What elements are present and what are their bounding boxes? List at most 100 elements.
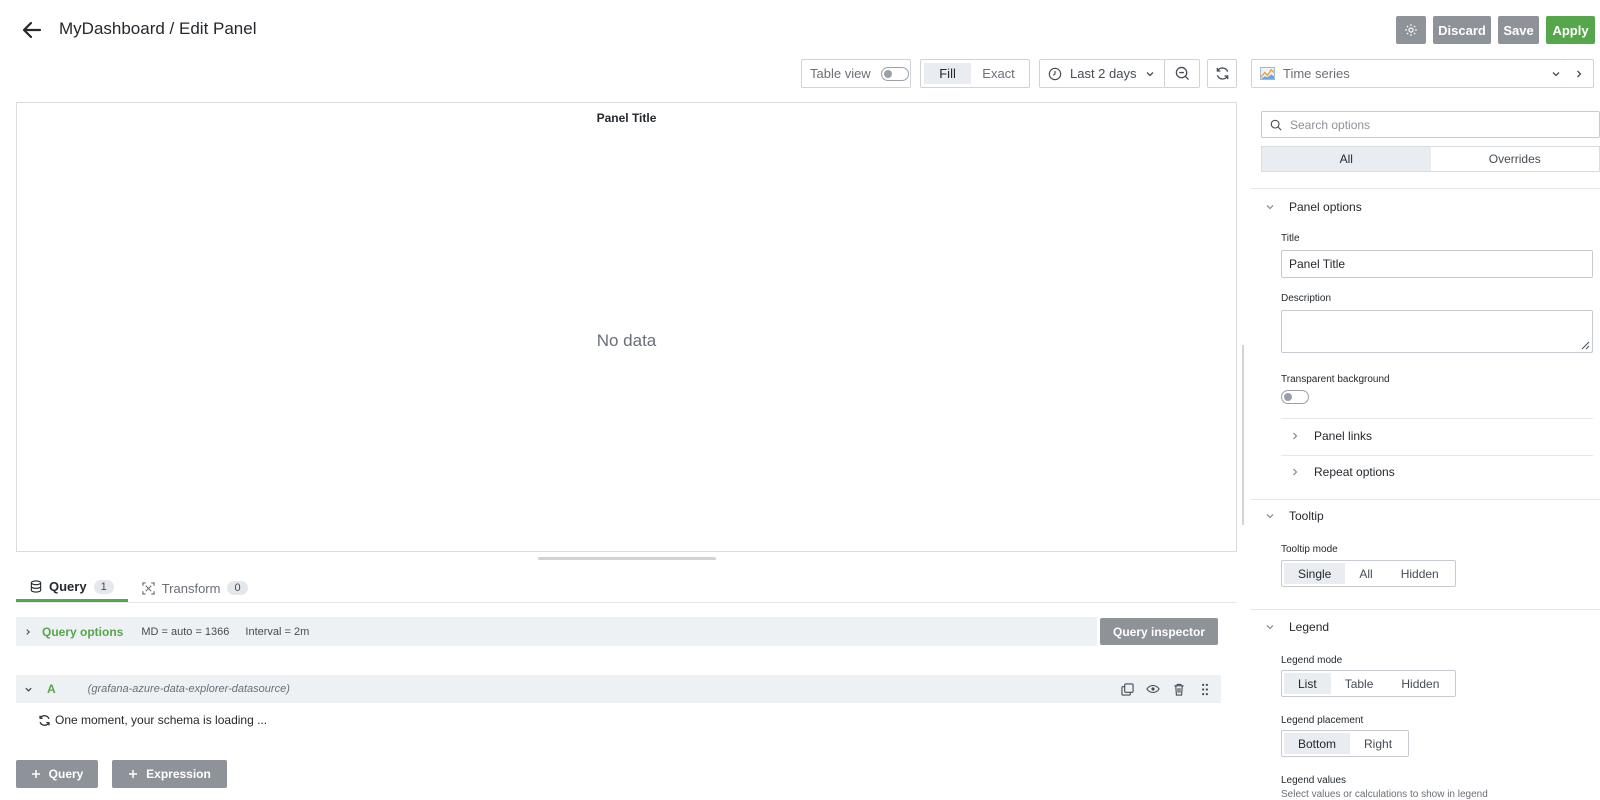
- panel-preview: Panel Title No data: [16, 102, 1237, 552]
- repeat-options-header[interactable]: Repeat options: [1290, 464, 1395, 480]
- legend-header[interactable]: Legend: [1265, 619, 1329, 635]
- search-placeholder: Search options: [1290, 117, 1371, 132]
- tooltip-mode-radio: Single All Hidden: [1281, 560, 1456, 587]
- chevron-down-icon: [1145, 69, 1155, 79]
- gear-icon: [1404, 23, 1418, 37]
- options-filter: All Overrides: [1261, 146, 1600, 172]
- legend-mode-hidden[interactable]: Hidden: [1387, 673, 1453, 694]
- chevron-right-icon: [1290, 467, 1300, 477]
- add-expression-label: Expression: [146, 767, 211, 781]
- panel-options-label: Panel options: [1289, 200, 1362, 214]
- legend-placement-radio: Bottom Right: [1281, 730, 1410, 757]
- table-view-switch[interactable]: [880, 66, 909, 81]
- database-icon: [30, 580, 42, 593]
- tab-query-count: 1: [93, 579, 114, 594]
- table-view-label: Table view: [810, 66, 871, 81]
- divider: [1251, 609, 1600, 610]
- fill-exact-selector: Fill Exact: [920, 59, 1030, 88]
- query-options-label: Query options: [42, 624, 124, 639]
- legend-mode-radio: List Table Hidden: [1281, 670, 1457, 697]
- clock-icon: [1048, 67, 1062, 81]
- description-label: Description: [1281, 293, 1332, 304]
- refresh-button[interactable]: [1207, 59, 1237, 88]
- legend-placement-bottom[interactable]: Bottom: [1284, 733, 1351, 754]
- tabs-divider: [16, 602, 1237, 603]
- resize-grip-icon: [1581, 341, 1590, 350]
- divider: [1281, 418, 1593, 419]
- schema-loading-text: One moment, your schema is loading ...: [55, 713, 268, 727]
- chevron-down-icon: [1265, 622, 1275, 632]
- discard-button[interactable]: Discard: [1433, 16, 1491, 44]
- pane-resize-handle[interactable]: [1242, 345, 1244, 525]
- panel-resize-handle[interactable]: [538, 557, 716, 560]
- chevron-down-icon: [1265, 202, 1275, 212]
- query-row-header[interactable]: A (grafana-azure-data-explorer-datasourc…: [16, 675, 1221, 703]
- apply-button[interactable]: Apply: [1546, 16, 1595, 44]
- legend-placement-label: Legend placement: [1281, 715, 1364, 726]
- tooltip-label: Tooltip: [1289, 509, 1324, 523]
- trash-icon[interactable]: [1171, 681, 1187, 697]
- exact-option[interactable]: Exact: [971, 63, 1026, 84]
- title-input[interactable]: Panel Title: [1281, 250, 1593, 278]
- transform-icon: [142, 581, 155, 595]
- schema-loading: One moment, your schema is loading ...: [38, 713, 267, 727]
- drag-handle-icon[interactable]: [1197, 681, 1213, 697]
- divider: [1281, 455, 1593, 456]
- panel-title: Panel Title: [596, 111, 657, 125]
- legend-placement-right[interactable]: Right: [1350, 733, 1406, 754]
- eye-icon[interactable]: [1145, 681, 1161, 697]
- legend-label: Legend: [1289, 620, 1330, 634]
- filter-overrides[interactable]: Overrides: [1431, 147, 1600, 171]
- zoom-out-button[interactable]: [1164, 59, 1200, 88]
- tab-transform-count: 0: [227, 581, 248, 595]
- tooltip-header[interactable]: Tooltip: [1265, 508, 1324, 524]
- chevron-right-icon: [1574, 69, 1584, 79]
- editor-tabs: Query 1 Transform 0: [16, 574, 262, 602]
- panel-options-header[interactable]: Panel options: [1265, 199, 1362, 215]
- add-expression-button[interactable]: Expression: [112, 760, 227, 788]
- visualization-picker[interactable]: Time series: [1251, 59, 1576, 88]
- repeat-options-label: Repeat options: [1314, 465, 1395, 479]
- time-range-label: Last 2 days: [1070, 66, 1137, 81]
- description-textarea[interactable]: [1281, 310, 1593, 353]
- panel-links-label: Panel links: [1314, 429, 1373, 443]
- plus-icon: [128, 769, 138, 779]
- options-pane-toggle[interactable]: [1564, 59, 1594, 88]
- query-inspector-button[interactable]: Query inspector: [1100, 618, 1218, 645]
- legend-mode-table[interactable]: Table: [1331, 673, 1388, 694]
- query-options-md: MD = auto = 1366: [141, 625, 230, 638]
- filter-all[interactable]: All: [1262, 147, 1431, 171]
- divider: [1251, 499, 1600, 500]
- legend-mode-list[interactable]: List: [1284, 673, 1331, 694]
- divider: [1251, 188, 1600, 189]
- time-series-icon: [1260, 67, 1275, 80]
- fill-option[interactable]: Fill: [924, 63, 972, 84]
- query-options-bar[interactable]: Query options MD = auto = 1366 Interval …: [16, 617, 1097, 646]
- time-range-picker[interactable]: Last 2 days: [1039, 59, 1165, 88]
- panel-links-header[interactable]: Panel links: [1290, 428, 1372, 444]
- zoom-out-icon: [1175, 66, 1190, 81]
- search-options-input[interactable]: Search options: [1261, 111, 1600, 138]
- add-query-label: Query: [48, 767, 84, 781]
- tooltip-mode-single[interactable]: Single: [1284, 563, 1346, 584]
- table-view-toggle[interactable]: Table view: [801, 59, 911, 88]
- legend-mode-label: Legend mode: [1281, 655, 1343, 666]
- spinner-icon: [38, 714, 51, 727]
- tooltip-mode-hidden[interactable]: Hidden: [1387, 563, 1453, 584]
- transparent-background-switch[interactable]: [1281, 390, 1309, 404]
- save-button[interactable]: Save: [1498, 16, 1539, 44]
- tooltip-mode-label: Tooltip mode: [1281, 544, 1338, 555]
- settings-button[interactable]: [1396, 16, 1426, 44]
- back-arrow-icon[interactable]: [20, 18, 44, 42]
- page-title: MyDashboard / Edit Panel: [59, 19, 257, 38]
- title-label: Title: [1281, 233, 1300, 244]
- tab-transform[interactable]: Transform 0: [128, 574, 262, 602]
- chevron-right-icon: [1290, 431, 1300, 441]
- add-query-button[interactable]: Query: [16, 760, 98, 788]
- tab-query[interactable]: Query 1: [16, 574, 128, 602]
- chevron-right-icon: [24, 628, 32, 636]
- chevron-down-icon: [1551, 69, 1561, 79]
- duplicate-query-icon[interactable]: [1119, 681, 1135, 697]
- tooltip-mode-all[interactable]: All: [1345, 563, 1386, 584]
- tab-query-label: Query: [49, 579, 87, 594]
